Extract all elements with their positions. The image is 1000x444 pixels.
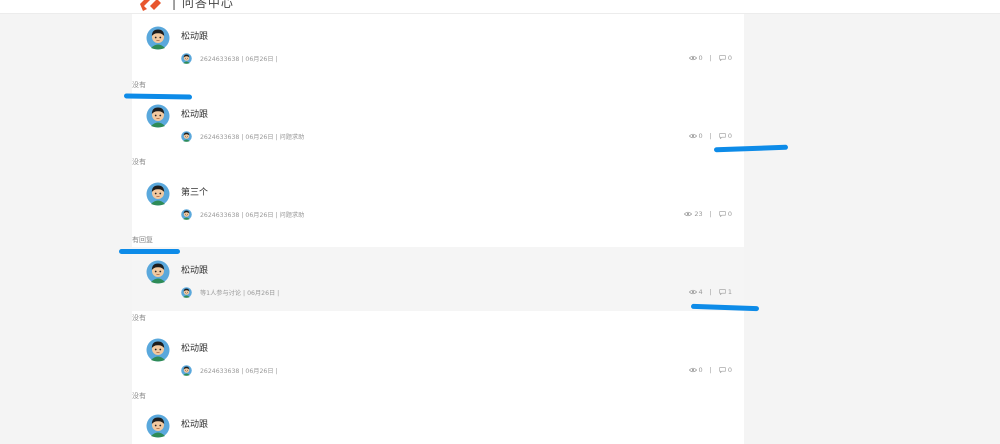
post-title[interactable]: 松动跟 bbox=[181, 341, 208, 354]
eye-icon bbox=[689, 367, 697, 373]
post-item[interactable]: 松动跟 bbox=[132, 403, 744, 444]
reply-status-label: 没有 bbox=[132, 314, 146, 322]
reply-status-label: 没有 bbox=[132, 81, 146, 89]
eye-icon bbox=[689, 289, 697, 295]
post-title[interactable]: 第三个 bbox=[181, 185, 208, 198]
author-avatar-icon bbox=[181, 53, 192, 64]
reply-count: 1 bbox=[727, 288, 732, 296]
avatar-icon[interactable] bbox=[146, 414, 170, 438]
author-avatar-icon bbox=[181, 365, 192, 376]
post-meta: 2624633638 | 06月26日 | 问题求助 bbox=[200, 134, 305, 141]
post-stats: 0 | 0 bbox=[689, 54, 732, 62]
post-stats: 23 | 0 bbox=[684, 210, 732, 218]
post-title[interactable]: 松动跟 bbox=[181, 29, 208, 42]
post-meta: 2624633638 | 06月26日 | bbox=[200, 368, 278, 375]
stats-divider: | bbox=[709, 366, 712, 374]
post-meta: 2624633638 | 06月26日 | bbox=[200, 56, 278, 63]
eye-icon bbox=[689, 55, 697, 61]
avatar-icon[interactable] bbox=[146, 260, 170, 284]
stats-divider: | bbox=[709, 210, 712, 218]
eye-icon bbox=[684, 211, 692, 217]
reply-status-label: 有回复 bbox=[132, 236, 153, 244]
avatar-icon[interactable] bbox=[146, 338, 170, 362]
reply-count: 0 bbox=[727, 210, 732, 218]
post-item[interactable]: 松动跟 2624633638 | 06月26日 | 0 | 0 bbox=[132, 325, 744, 387]
avatar-icon[interactable] bbox=[146, 104, 170, 128]
stats-divider: | bbox=[709, 132, 712, 140]
post-item[interactable]: 松动跟 2624633638 | 06月26日 | 0 | 0 bbox=[132, 14, 744, 76]
post-stats: 4 | 1 bbox=[689, 288, 732, 296]
view-count: 4 bbox=[698, 288, 703, 296]
post-title[interactable]: 松动跟 bbox=[181, 417, 208, 430]
avatar-icon[interactable] bbox=[146, 26, 170, 50]
post-meta: 2624633638 | 06月26日 | 问题求助 bbox=[200, 212, 305, 219]
annotation-mark bbox=[119, 249, 180, 254]
author-avatar-icon bbox=[181, 209, 192, 220]
post-title[interactable]: 松动跟 bbox=[181, 263, 208, 276]
stats-divider: | bbox=[709, 288, 712, 296]
comment-icon bbox=[719, 211, 726, 217]
stats-divider: | bbox=[709, 54, 712, 62]
author-avatar-icon bbox=[181, 131, 192, 142]
post-list: 松动跟 2624633638 | 06月26日 | 0 | 0 松动跟 2624… bbox=[132, 14, 744, 444]
post-meta: 等1人参与讨论 | 06月26日 | bbox=[200, 290, 280, 297]
post-item-highlighted[interactable]: 松动跟 等1人参与讨论 | 06月26日 | 4 | 1 bbox=[132, 247, 744, 311]
comment-icon bbox=[719, 367, 726, 373]
avatar-icon[interactable] bbox=[146, 182, 170, 206]
reply-count: 0 bbox=[727, 366, 732, 374]
comment-icon bbox=[719, 289, 726, 295]
view-count: 0 bbox=[698, 54, 703, 62]
post-stats: 0 | 0 bbox=[689, 132, 732, 140]
reply-status-label: 没有 bbox=[132, 392, 146, 400]
view-count: 0 bbox=[698, 132, 703, 140]
reply-count: 0 bbox=[727, 54, 732, 62]
view-count: 23 bbox=[694, 210, 703, 218]
brand-logo-icon[interactable] bbox=[138, 0, 164, 12]
post-item[interactable]: 第三个 2624633638 | 06月26日 | 问题求助 23 | 0 bbox=[132, 169, 744, 231]
eye-icon bbox=[689, 133, 697, 139]
post-title[interactable]: 松动跟 bbox=[181, 107, 208, 120]
logo-text: | 问答中心 bbox=[172, 0, 234, 10]
reply-count: 0 bbox=[727, 132, 732, 140]
view-count: 0 bbox=[698, 366, 703, 374]
comment-icon bbox=[719, 133, 726, 139]
top-header: | 问答中心 bbox=[0, 0, 1000, 14]
reply-status-label: 没有 bbox=[132, 158, 146, 166]
author-avatar-icon bbox=[181, 287, 192, 298]
post-stats: 0 | 0 bbox=[689, 366, 732, 374]
post-item[interactable]: 松动跟 2624633638 | 06月26日 | 问题求助 0 | 0 bbox=[132, 91, 744, 153]
comment-icon bbox=[719, 55, 726, 61]
